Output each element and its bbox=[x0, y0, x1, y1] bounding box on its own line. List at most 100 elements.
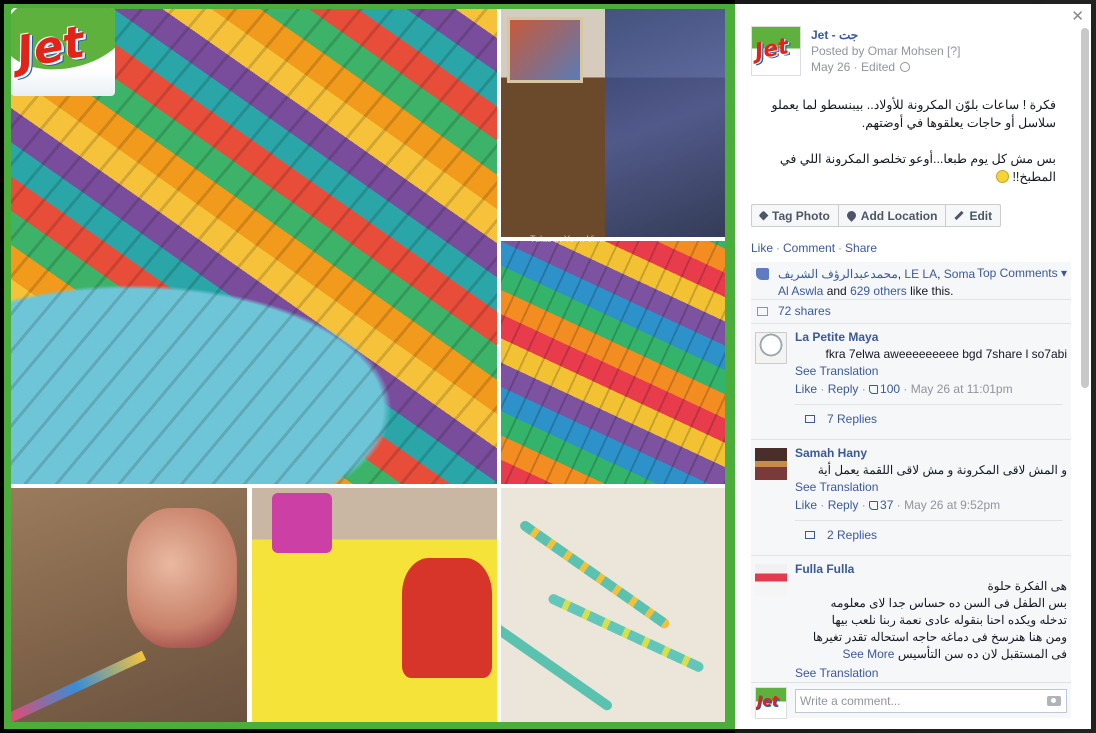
comment-likes-count[interactable]: 37 bbox=[869, 498, 893, 512]
smiley-emoticon-icon bbox=[995, 170, 1009, 183]
likes-summary: محمدعبدالرؤف الشريف, LE LA, Soma Al Aswl… bbox=[751, 262, 1071, 300]
thumbs-up-icon bbox=[756, 268, 769, 280]
share-icon bbox=[757, 307, 768, 316]
post-paragraph-2: بس مش كل يوم طبعا...أوعو تخلصو المكرونة … bbox=[751, 150, 1056, 186]
shares-summary: 72 shares bbox=[751, 300, 1071, 324]
comment-item: Samah Hany و المش لاقى المكرونة و مش لاق… bbox=[751, 440, 1071, 556]
likes-and: and bbox=[826, 284, 847, 298]
comment-line: فى المستقبل لان ده سن التأسيس See More bbox=[813, 646, 1067, 663]
see-translation-link[interactable]: See Translation bbox=[795, 666, 878, 680]
comment-meta: Like · Reply · 100 · May 26 at 11:01pm bbox=[795, 382, 1013, 396]
photo-child-threading bbox=[501, 9, 725, 237]
see-translation-link[interactable]: See Translation bbox=[795, 364, 878, 378]
close-icon[interactable]: ✕ bbox=[1071, 7, 1084, 25]
composer-avatar: Jet bbox=[755, 687, 787, 719]
tag-icon bbox=[758, 210, 769, 221]
liker-link[interactable]: LE LA bbox=[904, 267, 937, 281]
comment-time[interactable]: May 26 at 11:01pm bbox=[911, 382, 1013, 396]
post-paragraph-1: فكرة ! ساعات بلوّن المكرونة للأولاد.. بي… bbox=[771, 98, 1056, 130]
comment-likes-count[interactable]: 100 bbox=[869, 382, 900, 396]
view-replies[interactable]: 7 Replies bbox=[795, 404, 1063, 434]
post-paragraph-2-text: بس مش كل يوم طبعا...أوعو تخلصو المكرونة … bbox=[779, 152, 1056, 184]
comment-like-link[interactable]: Like bbox=[795, 498, 817, 512]
shares-link[interactable]: 72 shares bbox=[778, 304, 831, 318]
camera-icon[interactable] bbox=[1047, 696, 1061, 706]
comment-link[interactable]: Comment bbox=[783, 241, 835, 255]
liker-link[interactable]: محمدعبدالرؤف الشريف bbox=[778, 267, 898, 281]
edit-button[interactable]: Edit bbox=[946, 205, 1000, 226]
separator: · bbox=[838, 241, 843, 255]
comment-line: ومن هنا هنرسخ فى دماغه حاجه استحاله تقدر… bbox=[812, 630, 1067, 644]
comment-reply-link[interactable]: Reply bbox=[828, 382, 859, 396]
globe-icon bbox=[900, 62, 911, 72]
see-translation-link[interactable]: See Translation bbox=[795, 480, 878, 494]
post-side-panel: ✕ Jet Jet - جت Posted by Omar Mohsen [?]… bbox=[735, 4, 1091, 729]
reply-bubble-icon bbox=[805, 531, 815, 539]
separator: · bbox=[776, 241, 781, 255]
add-location-button[interactable]: Add Location bbox=[839, 205, 947, 226]
like-link[interactable]: Like bbox=[751, 241, 773, 255]
comment-meta: Like · Reply · 37 · May 26 at 9:52pm bbox=[795, 498, 1001, 512]
add-location-label: Add Location bbox=[860, 208, 938, 223]
photo-hands-threading bbox=[11, 488, 247, 722]
comment-item: La Petite Maya fkra 7elwa aweeeeeeeee bg… bbox=[751, 324, 1071, 440]
comment-line: هى الفكرة حلوة bbox=[987, 579, 1067, 593]
comment-like-link[interactable]: Like bbox=[795, 382, 817, 396]
edit-label: Edit bbox=[969, 208, 993, 223]
comment-item: Fulla Fulla هى الفكرة حلوة بس الطفل فى ا… bbox=[751, 556, 1071, 686]
comment-text: و المش لاقى المكرونة و مش لاقى اللقمة يع… bbox=[817, 463, 1067, 477]
commenter-name[interactable]: La Petite Maya bbox=[795, 330, 878, 344]
commenter-name[interactable]: Samah Hany bbox=[795, 446, 867, 460]
page-name-link[interactable]: Jet - جت bbox=[811, 28, 858, 42]
photo-pasta-necklace bbox=[501, 488, 725, 722]
comment-likes-value: 37 bbox=[880, 498, 894, 512]
post-date[interactable]: May 26 · Edited bbox=[811, 60, 911, 74]
see-more-link[interactable]: See More bbox=[842, 647, 894, 661]
post-actions: Like · Comment · Share bbox=[751, 241, 877, 255]
comment-composer: Jet bbox=[751, 682, 1071, 719]
photo-stage[interactable]: Jet Tulas ... Yo ... Vi ... bbox=[0, 0, 735, 733]
view-replies[interactable]: 2 Replies bbox=[795, 520, 1063, 550]
page-avatar[interactable]: Jet bbox=[751, 26, 801, 76]
tag-photo-button[interactable]: Tag Photo bbox=[752, 205, 839, 226]
comment-line: تدخله ويكده احنا بنقوله عادى نعمة ربنا ن… bbox=[831, 613, 1067, 627]
likes-text: محمدعبدالرؤف الشريف, LE LA, Soma Al Aswl… bbox=[778, 267, 976, 298]
comment-text: هى الفكرة حلوة بس الطفل فى السن ده حساس … bbox=[813, 578, 1067, 663]
share-link[interactable]: Share bbox=[845, 241, 877, 255]
photo-actions-group: Tag Photo Add Location Edit bbox=[751, 204, 1002, 227]
commenter-name[interactable]: Fulla Fulla bbox=[795, 562, 854, 576]
comment-time[interactable]: May 26 at 9:52pm bbox=[904, 498, 1000, 512]
post-text: فكرة ! ساعات بلوّن المكرونة للأولاد.. بي… bbox=[751, 96, 1056, 204]
comment-reply-link[interactable]: Reply bbox=[828, 498, 859, 512]
comment-line: بس الطفل فى السن ده حساس جدا لاى معلومه bbox=[830, 596, 1067, 610]
replies-count[interactable]: 2 Replies bbox=[827, 528, 877, 542]
photo-watermark-text: Tulas ... Yo ... Vi ... bbox=[530, 234, 605, 244]
avatar-logo-text: Jet bbox=[753, 34, 791, 65]
location-pin-icon bbox=[844, 209, 858, 222]
thumbs-up-icon bbox=[869, 385, 879, 394]
photo-kids-at-table bbox=[252, 488, 497, 722]
comment-text: fkra 7elwa aweeeeeeeee bgd 7share l so7a… bbox=[825, 347, 1067, 361]
likes-suffix: like this. bbox=[910, 284, 954, 298]
reply-bubble-icon bbox=[805, 415, 815, 423]
photo-collage[interactable] bbox=[11, 9, 725, 722]
comment-line-text: فى المستقبل لان ده سن التأسيس bbox=[897, 647, 1067, 661]
post-date-text[interactable]: May 26 · Edited bbox=[811, 60, 895, 74]
tag-photo-label: Tag Photo bbox=[772, 208, 830, 223]
composer-avatar-logo: Jet bbox=[757, 694, 779, 710]
scrollbar-thumb[interactable] bbox=[1081, 28, 1089, 388]
pencil-icon bbox=[954, 210, 965, 221]
posted-by-text: Posted by Omar Mohsen [?] bbox=[811, 44, 961, 58]
photo-colored-pasta-closeup bbox=[501, 241, 725, 484]
feedback-section: محمدعبدالرؤف الشريف, LE LA, Soma Al Aswl… bbox=[751, 262, 1071, 686]
others-link[interactable]: 629 others bbox=[850, 284, 907, 298]
jet-logo: Jet bbox=[11, 8, 115, 96]
commenter-avatar[interactable] bbox=[755, 332, 787, 364]
commenter-avatar[interactable] bbox=[755, 564, 787, 596]
commenter-avatar[interactable] bbox=[755, 448, 787, 480]
replies-count[interactable]: 7 Replies bbox=[827, 412, 877, 426]
comment-input[interactable] bbox=[795, 689, 1067, 713]
logo-text: Jet bbox=[13, 16, 89, 79]
comment-likes-value: 100 bbox=[880, 382, 901, 396]
top-comments-dropdown[interactable]: Top Comments ▾ bbox=[977, 266, 1067, 280]
